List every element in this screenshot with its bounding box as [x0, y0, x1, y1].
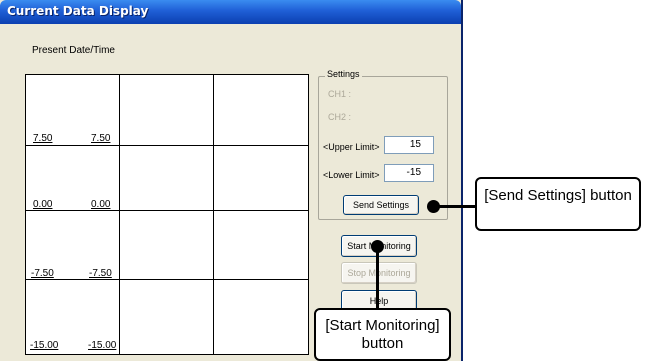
y-axis-label: 7.50	[33, 133, 53, 144]
title-bar[interactable]: Current Data Display	[0, 0, 461, 24]
grid-line	[308, 75, 309, 355]
y-axis-label: 0.00	[91, 199, 111, 210]
lower-limit-field[interactable]: -15	[384, 164, 434, 182]
lower-limit-label: <Lower Limit>	[323, 170, 380, 180]
start-monitoring-callout: [Start Monitoring] button	[314, 308, 451, 361]
start-callout-line	[376, 248, 379, 311]
grid-line	[26, 279, 309, 280]
start-callout-dot	[371, 240, 384, 253]
send-settings-button[interactable]: Send Settings	[343, 195, 419, 215]
window-title: Current Data Display	[7, 4, 149, 18]
settings-legend: Settings	[325, 69, 362, 79]
y-axis-label: -7.50	[89, 268, 112, 279]
data-graph	[25, 74, 309, 355]
ch1-label: CH1 :	[328, 89, 352, 99]
stop-monitoring-button[interactable]: Stop Monitoring	[341, 262, 417, 284]
send-callout-line	[437, 205, 477, 208]
grid-line	[26, 145, 309, 146]
grid-line	[119, 75, 120, 355]
grid-line	[26, 210, 309, 211]
grid-line	[26, 354, 309, 355]
y-axis-label: -15.00	[30, 340, 59, 351]
upper-limit-field[interactable]: 15	[384, 136, 434, 154]
y-axis-label: 0.00	[33, 199, 53, 210]
upper-limit-label: <Upper Limit>	[323, 142, 380, 152]
grid-line	[213, 75, 214, 355]
present-date-time-label: Present Date/Time	[32, 45, 115, 56]
y-axis-label: -7.50	[31, 268, 54, 279]
send-settings-callout: [Send Settings] button	[475, 177, 641, 231]
ch2-label: CH2 :	[328, 112, 352, 122]
current-data-window: Current Data Display Present Date/Time 7…	[0, 0, 463, 361]
send-callout-dot	[427, 200, 440, 213]
y-axis-label: -15.00	[88, 340, 117, 351]
y-axis-label: 7.50	[91, 133, 111, 144]
